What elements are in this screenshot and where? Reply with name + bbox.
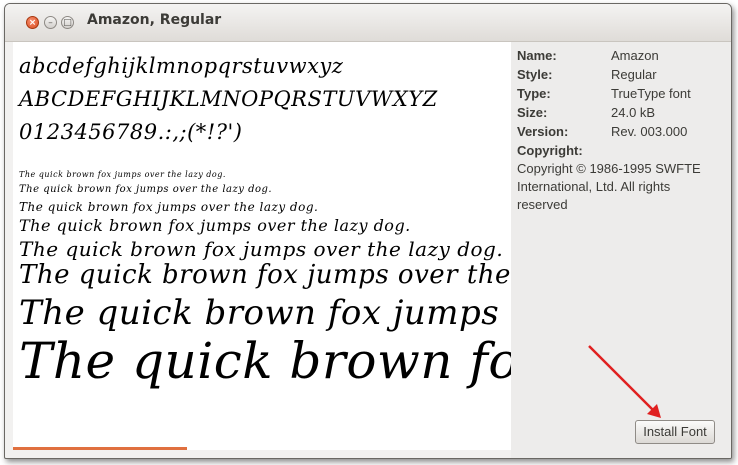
style-value: Regular: [611, 67, 657, 82]
minimize-icon[interactable]: –: [44, 16, 57, 29]
install-font-button[interactable]: Install Font: [635, 420, 715, 444]
name-label: Name:: [517, 48, 557, 63]
preview-sample-34: The quick brown fox jumps over the lazy …: [19, 293, 511, 333]
close-icon[interactable]: ×: [26, 16, 39, 29]
size-label: Size:: [517, 105, 548, 120]
version-label: Version:: [517, 124, 569, 139]
annotation-arrow-icon: [588, 345, 661, 418]
window-title: Amazon, Regular: [87, 12, 222, 28]
style-label: Style:: [517, 67, 553, 82]
font-preview-area: abcdefghijklmnopqrstuvwxyz ABCDEFGHIJKLM…: [13, 42, 511, 450]
type-value: TrueType font: [611, 86, 691, 101]
preview-digits: 0123456789.:,;(*!?'): [19, 120, 243, 144]
copyright-value: Copyright © 1986-1995 SWFTE Internationa…: [517, 161, 701, 212]
copyright-label: Copyright:: [517, 143, 583, 158]
version-value: Rev. 003.000: [611, 124, 688, 139]
preview-sample-8: The quick brown fox jumps over the lazy …: [19, 170, 226, 179]
name-value: Amazon: [611, 48, 659, 63]
preview-sample-50: The quick brown fox jumps over the lazy …: [19, 332, 511, 390]
maximize-icon[interactable]: □: [61, 16, 74, 29]
preview-sample-20: The quick brown fox jumps over the lazy …: [19, 237, 504, 261]
type-label: Type:: [517, 86, 551, 101]
preview-lowercase: abcdefghijklmnopqrstuvwxyz: [19, 54, 344, 78]
size-value: 24.0 kB: [611, 105, 656, 120]
preview-sample-12: The quick brown fox jumps over the lazy …: [19, 200, 319, 214]
preview-sample-26: The quick brown fox jumps over the lazy …: [19, 260, 511, 290]
preview-sample-16: The quick brown fox jumps over the lazy …: [19, 216, 411, 235]
render-progress-bar: [13, 447, 188, 450]
title-bar[interactable]: × – □ Amazon, Regular: [5, 4, 731, 42]
preview-uppercase: ABCDEFGHIJKLMNOPQRSTUVWXYZ: [19, 87, 438, 111]
font-viewer-window: × – □ Amazon, Regular abcdefghijklmnopqr…: [4, 3, 732, 459]
preview-sample-10: The quick brown fox jumps over the lazy …: [19, 184, 273, 195]
